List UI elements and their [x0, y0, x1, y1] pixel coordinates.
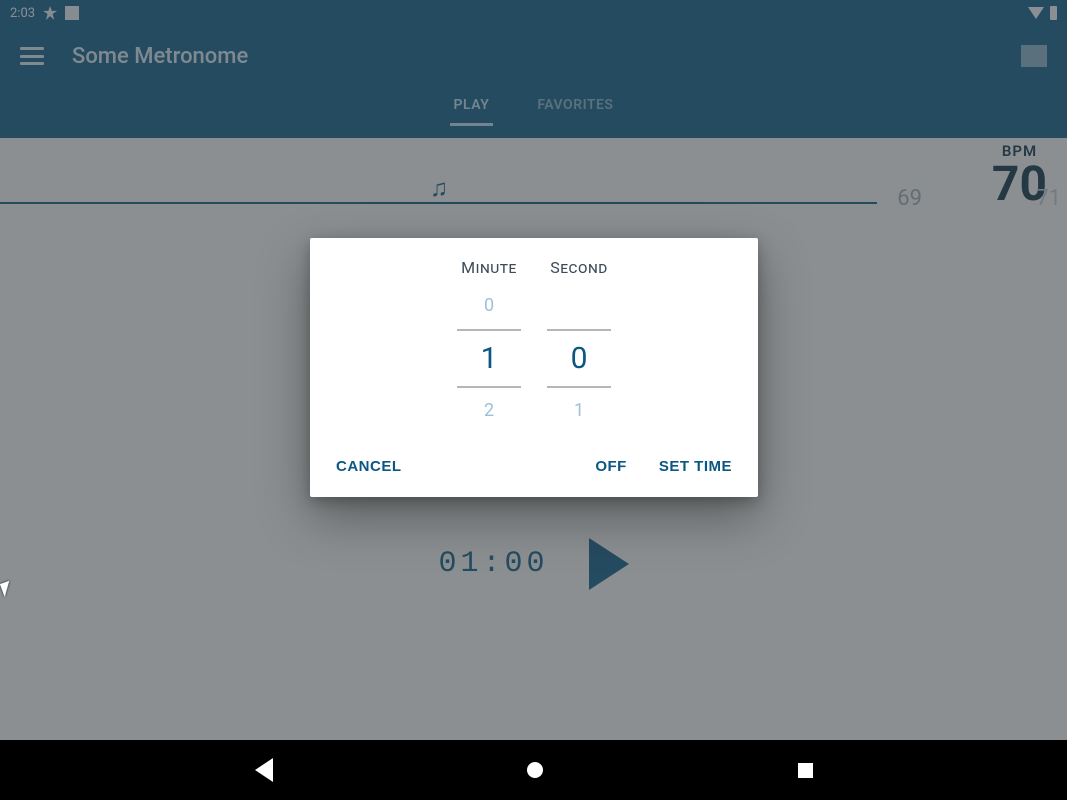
minute-below[interactable]: 2 [457, 396, 521, 426]
second-label: Second [547, 258, 611, 277]
nav-recent-button[interactable] [798, 763, 813, 778]
second-picker[interactable]: Second 0 1 [547, 258, 611, 426]
time-picker-dialog: Minute 0 1 2 Second 0 1 CANCEL OFF SET T… [310, 238, 758, 497]
second-below[interactable]: 1 [547, 396, 611, 426]
nav-back-button[interactable] [255, 758, 273, 782]
off-button[interactable]: OFF [591, 452, 631, 481]
minute-label: Minute [457, 258, 521, 277]
minute-above[interactable]: 0 [457, 291, 521, 321]
set-time-button[interactable]: SET TIME [655, 452, 736, 481]
second-selected[interactable]: 0 [547, 329, 611, 388]
minute-selected[interactable]: 1 [457, 329, 521, 388]
cancel-button[interactable]: CANCEL [332, 452, 406, 481]
android-nav-bar [0, 740, 1067, 800]
second-above[interactable] [547, 291, 611, 321]
minute-picker[interactable]: Minute 0 1 2 [457, 258, 521, 426]
nav-home-button[interactable] [527, 762, 543, 778]
